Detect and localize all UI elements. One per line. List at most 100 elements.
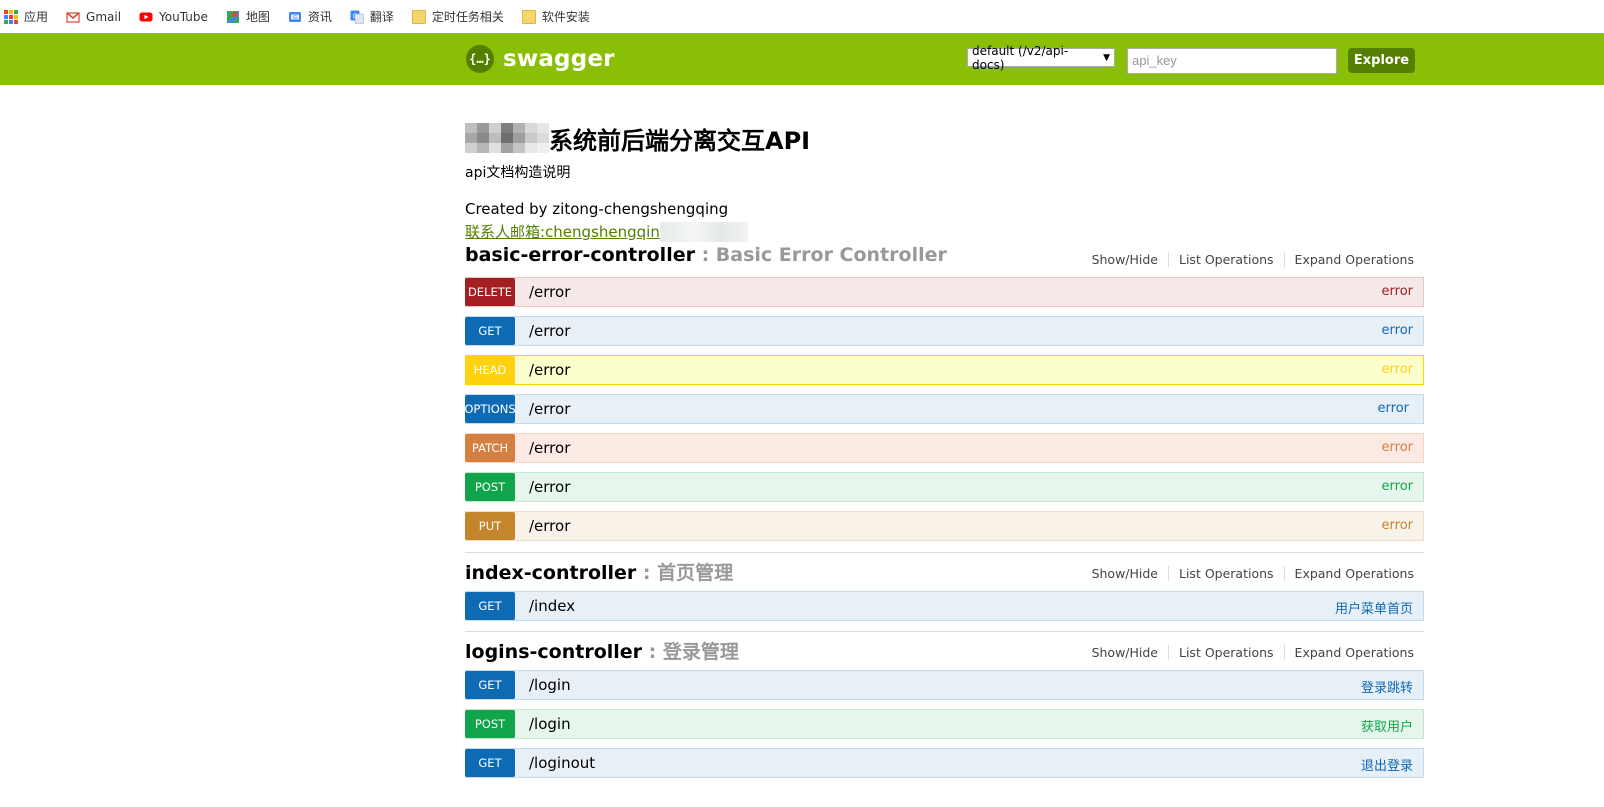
bookmark-translate[interactable]: G 翻译 [350,8,394,25]
endpoint-row[interactable]: GET /loginout 退出登录 [465,748,1424,778]
bookmark-label: Gmail [86,9,122,24]
endpoint-path[interactable]: /error [529,478,570,496]
resource-logins-controller: logins-controller : 登录管理 Show/Hide List … [465,637,1424,778]
bookmark-maps[interactable]: 地图 [226,8,270,25]
endpoint-summary[interactable]: error [1382,518,1413,533]
http-method-badge[interactable]: GET [465,749,515,777]
translate-icon: G [350,10,364,24]
explore-button[interactable]: Explore [1348,48,1415,73]
bookmark-label: 定时任务相关 [431,10,504,24]
expand-operations-link[interactable]: Expand Operations [1285,252,1414,267]
endpoint-row[interactable]: PATCH /error error [465,433,1424,463]
contact-email-link[interactable]: 联系人邮箱:chengshengqin [465,221,748,242]
api-created-by: Created by zitong-chengshengqing [465,200,729,218]
http-method-badge[interactable]: POST [465,473,515,501]
resource-heading: logins-controller : 登录管理 Show/Hide List … [465,637,1424,667]
endpoint-path[interactable]: /error [529,517,570,535]
endpoint-summary[interactable]: error [1382,479,1413,494]
bookmark-folder-scheduled-tasks[interactable]: 定时任务相关 [411,8,504,25]
swagger-logo[interactable]: {…} swagger [466,45,615,73]
resource-name-link[interactable]: basic-error-controller : Basic Error Con… [465,244,947,266]
api-title-text: 系统前后端分离交互API [549,126,811,155]
endpoint-summary[interactable]: 用户菜单首页 [1335,598,1413,617]
http-method-badge[interactable]: OPTIONS [464,395,516,423]
endpoint-summary[interactable]: 登录跳转 [1361,677,1413,696]
endpoint-summary[interactable]: 退出登录 [1361,755,1413,774]
bookmark-label: 应用 [24,10,49,24]
endpoint-row[interactable]: POST /error error [465,472,1424,502]
endpoint-summary[interactable]: error [1382,284,1413,299]
endpoint-row[interactable]: OPTIONS /error error [464,394,1424,424]
endpoint-row[interactable]: PUT /error error [465,511,1424,541]
contact-email-text: 联系人邮箱:chengshengqin [465,223,660,241]
api-key-input[interactable]: api_key [1127,48,1337,74]
api-spec-select[interactable]: default (/v2/api-docs) ▼ [967,44,1115,72]
bookmark-news[interactable]: G 资讯 [288,8,332,25]
http-method-badge[interactable]: PATCH [465,434,515,462]
show-hide-link[interactable]: Show/Hide [1092,566,1169,581]
resource-divider [465,631,1424,632]
bookmark-apps[interactable]: 应用 [4,8,48,25]
http-method-badge[interactable]: PUT [465,512,515,540]
gmail-icon [66,10,80,24]
svg-text:G: G [293,15,297,21]
endpoint-row[interactable]: HEAD /error error [465,355,1424,385]
endpoint-row[interactable]: DELETE /error error [465,277,1424,307]
list-operations-link[interactable]: List Operations [1169,252,1285,267]
swagger-header: {…} swagger default (/v2/api-docs) ▼ api… [0,33,1604,85]
endpoint-path[interactable]: /login [529,715,571,733]
bookmark-gmail[interactable]: Gmail [66,10,121,24]
show-hide-link[interactable]: Show/Hide [1092,645,1169,660]
bookmark-label: 翻译 [369,10,394,24]
swagger-logo-text: swagger [503,46,615,72]
endpoint-summary[interactable]: error [1382,440,1413,455]
news-icon: G [288,10,302,24]
list-operations-link[interactable]: List Operations [1169,645,1285,660]
http-method-badge[interactable]: GET [465,592,515,620]
bookmark-label: 软件安装 [541,10,590,24]
endpoint-summary[interactable]: error [1382,362,1413,377]
endpoint-path[interactable]: /error [529,283,570,301]
endpoint-path[interactable]: /error [529,361,570,379]
endpoint-path[interactable]: /login [529,676,571,694]
endpoint-path[interactable]: /error [529,322,570,340]
resource-name-link[interactable]: index-controller : 首页管理 [465,558,733,585]
bookmark-folder-software[interactable]: 软件安装 [521,8,590,25]
bookmark-youtube[interactable]: YouTube [139,10,208,24]
http-method-badge[interactable]: DELETE [465,278,515,306]
endpoint-row[interactable]: GET /login 登录跳转 [465,670,1424,700]
maps-icon [226,10,240,24]
endpoint-path[interactable]: /error [529,439,570,457]
http-method-badge[interactable]: GET [465,671,515,699]
resource-heading: index-controller : 首页管理 Show/Hide List O… [465,558,1424,588]
dropdown-caret-icon: ▼ [1103,52,1110,63]
endpoint-row[interactable]: GET /index 用户菜单首页 [465,591,1424,621]
expand-operations-link[interactable]: Expand Operations [1285,566,1414,581]
bookmark-label: YouTube [159,9,208,24]
http-method-badge[interactable]: POST [465,710,515,738]
api-description: api文档构造说明 [465,165,571,181]
endpoint-summary[interactable]: 获取用户 [1361,716,1413,735]
swagger-logo-icon: {…} [466,45,494,73]
resource-name: logins-controller [465,641,643,663]
api-title: 系统前后端分离交互API [465,121,810,155]
endpoint-summary[interactable]: error [1382,323,1413,338]
resource-operations: Show/Hide List Operations Expand Operati… [1092,645,1414,660]
endpoint-row[interactable]: GET /error error [465,316,1424,346]
endpoint-path[interactable]: /loginout [529,754,595,772]
resource-name-link[interactable]: logins-controller : 登录管理 [465,637,739,664]
http-method-badge[interactable]: HEAD [465,356,515,384]
show-hide-link[interactable]: Show/Hide [1092,252,1169,267]
resource-heading: basic-error-controller : Basic Error Con… [465,244,1424,274]
resource-description: : 登录管理 [642,641,739,663]
http-method-badge[interactable]: GET [465,317,515,345]
endpoint-row[interactable]: POST /login 获取用户 [465,709,1424,739]
endpoint-path[interactable]: /index [529,597,575,615]
endpoint-summary[interactable]: error [1378,401,1409,416]
bookmarks-bar: 应用 Gmail YouTube 地图 G 资讯 G 翻译 定时任务相关 软件安… [0,0,1604,33]
list-operations-link[interactable]: List Operations [1169,566,1285,581]
expand-operations-link[interactable]: Expand Operations [1285,645,1414,660]
endpoint-path[interactable]: /error [529,400,570,418]
redacted-blur [659,221,748,242]
folder-icon [411,9,426,24]
